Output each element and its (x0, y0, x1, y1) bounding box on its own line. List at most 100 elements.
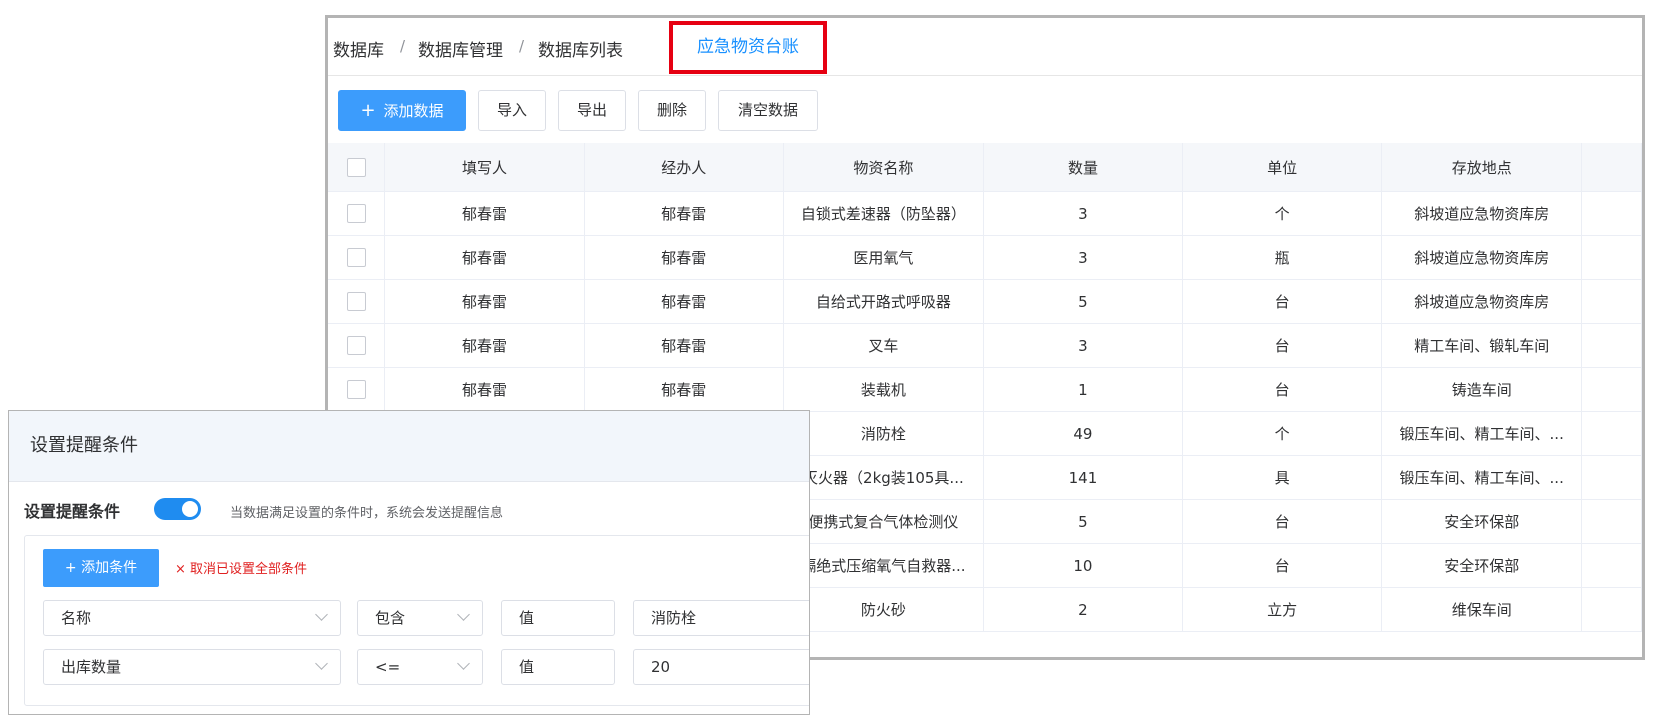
table-cell (1581, 455, 1642, 500)
checkbox-icon[interactable] (346, 292, 366, 311)
select-value: 出库数量 (61, 658, 122, 676)
table-cell (1581, 235, 1642, 280)
table-cell: 郁春雷 (584, 367, 784, 412)
checkbox-icon[interactable] (346, 248, 366, 267)
select-value: 名称 (61, 609, 92, 627)
table-cell: 锻压车间、精工车间、... (1381, 455, 1583, 500)
row-select-cell[interactable] (328, 323, 386, 368)
table-cell: 瓶 (1182, 235, 1383, 280)
column-header[interactable]: 数量 (983, 143, 1184, 192)
row-select-cell[interactable] (328, 367, 386, 412)
dialog-title: 设置提醒条件 (9, 411, 809, 482)
reminder-toggle-switch[interactable] (154, 498, 201, 520)
breadcrumb-database-list[interactable]: 数据库列表 (538, 36, 623, 61)
export-button[interactable]: 导出 (558, 90, 626, 131)
add-condition-button[interactable]: + 添加条件 (43, 549, 159, 587)
clear-all-conditions-link[interactable]: × 取消已设置全部条件 (175, 558, 307, 577)
table-cell: 具 (1182, 455, 1383, 500)
import-button[interactable]: 导入 (478, 90, 546, 131)
table-cell: 台 (1182, 499, 1383, 544)
table-row[interactable]: 郁春雷 郁春雷 装载机 1 台 铸造车间 (328, 367, 1642, 412)
row-select-cell[interactable] (328, 191, 386, 236)
condition-value-input[interactable]: 20 (633, 649, 809, 685)
table-cell: 立方 (1182, 587, 1383, 632)
checkbox-icon[interactable] (346, 204, 366, 223)
breadcrumb-separator: / (400, 37, 406, 55)
add-data-label: 添加数据 (383, 102, 444, 120)
column-header[interactable]: 单位 (1182, 143, 1383, 192)
table-cell: 自锁式差速器（防坠器） (783, 191, 984, 236)
toggle-hint: 当数据满足设置的条件时，系统会发送提醒信息 (230, 506, 504, 521)
delete-button[interactable]: 删除 (638, 90, 706, 131)
table-cell (1581, 323, 1642, 368)
table-cell: 3 (983, 323, 1184, 368)
table-row[interactable]: 郁春雷 郁春雷 医用氧气 3 瓶 斜坡道应急物资库房 (328, 235, 1642, 280)
plus-icon: + (360, 100, 376, 121)
table-cell: 郁春雷 (384, 235, 585, 280)
table-cell: 安全环保部 (1381, 543, 1583, 588)
table-cell: 灭火器（2kg装105具... (783, 455, 984, 500)
breadcrumb: 数据库 / 数据库管理 / 数据库列表 应急物资台账 (328, 18, 1642, 76)
table-cell: 维保车间 (1381, 587, 1583, 632)
switch-knob (182, 501, 198, 517)
select-value: <= (375, 658, 401, 676)
table-cell: 郁春雷 (384, 191, 585, 236)
reminder-condition-dialog: 设置提醒条件 设置提醒条件 当数据满足设置的条件时，系统会发送提醒信息 + 添加… (8, 410, 810, 715)
breadcrumb-current-highlighted: 应急物资台账 (669, 21, 827, 74)
table-cell: 2 (983, 587, 1184, 632)
table-cell: 铸造车间 (1381, 367, 1583, 412)
table-cell: 安全环保部 (1381, 499, 1583, 544)
table-cell: 郁春雷 (384, 323, 585, 368)
table-cell (1581, 587, 1642, 632)
table-cell: 隔绝式压缩氧气自救器... (783, 543, 984, 588)
table-cell: 3 (983, 191, 1184, 236)
table-row[interactable]: 郁春雷 郁春雷 自给式开路式呼吸器 5 台 斜坡道应急物资库房 (328, 279, 1642, 324)
checkbox-icon[interactable] (346, 336, 366, 355)
table-cell: 郁春雷 (584, 235, 784, 280)
column-header-overflow (1581, 143, 1642, 192)
condition-operator-select[interactable]: 包含 (357, 600, 483, 636)
select-all-cell[interactable] (328, 143, 386, 192)
table-cell: 精工车间、锻轧车间 (1381, 323, 1583, 368)
column-header[interactable]: 经办人 (584, 143, 784, 192)
table-cell: 3 (983, 235, 1184, 280)
condition-type-select[interactable]: 值 (501, 600, 615, 636)
table-cell: 锻压车间、精工车间、... (1381, 411, 1583, 456)
chevron-down-icon (457, 608, 470, 621)
table-cell: 防火砂 (783, 587, 984, 632)
table-cell: 叉车 (783, 323, 984, 368)
table-cell: 5 (983, 279, 1184, 324)
table-cell: 个 (1182, 191, 1383, 236)
table-cell: 郁春雷 (384, 279, 585, 324)
table-cell (1581, 279, 1642, 324)
column-header[interactable]: 填写人 (384, 143, 585, 192)
table-row[interactable]: 郁春雷 郁春雷 叉车 3 台 精工车间、锻轧车间 (328, 323, 1642, 368)
row-select-cell[interactable] (328, 235, 386, 280)
condition-field-select[interactable]: 出库数量 (43, 649, 341, 685)
toggle-label: 设置提醒条件 (24, 502, 121, 521)
column-header[interactable]: 存放地点 (1381, 143, 1583, 192)
clear-data-button[interactable]: 清空数据 (718, 90, 818, 131)
table-cell: 郁春雷 (584, 323, 784, 368)
breadcrumb-database[interactable]: 数据库 (333, 36, 384, 61)
condition-operator-select[interactable]: <= (357, 649, 483, 685)
checkbox-icon[interactable] (346, 380, 366, 399)
table-cell: 郁春雷 (384, 367, 585, 412)
table-header-row: 填写人 经办人 物资名称 数量 单位 存放地点 (328, 143, 1642, 192)
condition-field-select[interactable]: 名称 (43, 600, 341, 636)
breadcrumb-database-management[interactable]: 数据库管理 (418, 36, 503, 61)
add-data-button[interactable]: + 添加数据 (338, 90, 466, 131)
condition-value-input[interactable]: 消防栓 (633, 600, 809, 636)
chevron-down-icon (315, 608, 328, 621)
checkbox-icon[interactable] (346, 157, 366, 177)
table-cell: 斜坡道应急物资库房 (1381, 279, 1583, 324)
table-cell (1581, 367, 1642, 412)
column-header[interactable]: 物资名称 (783, 143, 984, 192)
row-select-cell[interactable] (328, 279, 386, 324)
toolbar: + 添加数据 导入 导出 删除 清空数据 (328, 75, 1642, 143)
table-cell: 台 (1182, 279, 1383, 324)
condition-type-select[interactable]: 值 (501, 649, 615, 685)
chevron-down-icon (457, 657, 470, 670)
table-cell (1581, 499, 1642, 544)
table-row[interactable]: 郁春雷 郁春雷 自锁式差速器（防坠器） 3 个 斜坡道应急物资库房 (328, 191, 1642, 236)
